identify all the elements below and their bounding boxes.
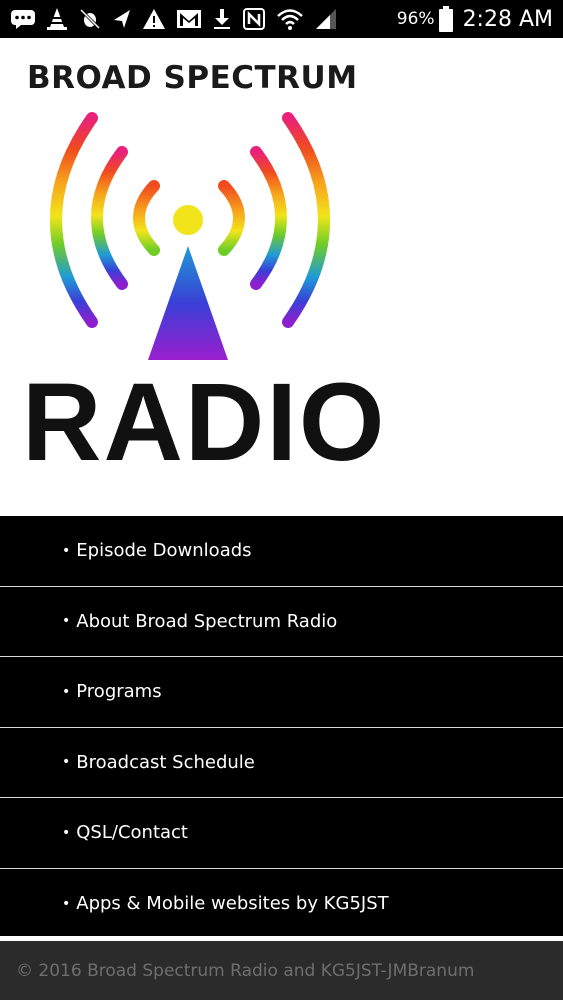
nav-item-label: Broadcast Schedule xyxy=(76,751,255,773)
nav-item-label: Programs xyxy=(76,681,162,703)
nav-item-label: Apps & Mobile websites by KG5JST xyxy=(76,893,389,915)
no-bug-icon xyxy=(78,0,102,38)
nav-item-broadcast-schedule[interactable]: • Broadcast Schedule xyxy=(0,727,563,798)
messages-icon xyxy=(10,0,36,38)
nfc-icon xyxy=(242,0,266,38)
battery-percent: 96% xyxy=(396,9,435,29)
battery-icon xyxy=(438,0,453,38)
footer: © 2016 Broad Spectrum Radio and KG5JST-J… xyxy=(0,941,563,1000)
cell-signal-icon xyxy=(314,0,338,38)
main-nav-menu: • Episode Downloads • About Broad Spectr… xyxy=(0,516,563,939)
nav-item-label: QSL/Contact xyxy=(76,822,188,844)
nav-item-programs[interactable]: • Programs xyxy=(0,657,563,728)
status-bar: 96% 2:28 AM xyxy=(0,0,563,38)
nav-item-label: Episode Downloads xyxy=(76,540,252,562)
bullet: • xyxy=(62,613,71,630)
bullet: • xyxy=(62,683,71,700)
logo-title-bottom: RADIO xyxy=(22,361,387,484)
nav-item-apps-mobile[interactable]: • Apps & Mobile websites by KG5JST xyxy=(0,868,563,939)
wifi-icon xyxy=(276,0,304,38)
copyright-text: © 2016 Broad Spectrum Radio and KG5JST-J… xyxy=(16,960,475,981)
nav-item-about[interactable]: • About Broad Spectrum Radio xyxy=(0,586,563,657)
nav-item-qsl-contact[interactable]: • QSL/Contact xyxy=(0,798,563,869)
bullet: • xyxy=(62,754,71,771)
gmail-icon xyxy=(176,0,202,38)
vlc-cone-icon xyxy=(46,0,68,38)
site-logo[interactable]: BROAD SPECTRUM RADIO xyxy=(0,38,563,516)
bullet: • xyxy=(62,824,71,841)
bullet: • xyxy=(62,542,71,559)
bullet: • xyxy=(62,895,71,912)
navigation-arrow-icon xyxy=(112,0,132,38)
nav-item-episode-downloads[interactable]: • Episode Downloads xyxy=(0,516,563,587)
nav-item-label: About Broad Spectrum Radio xyxy=(76,610,338,632)
download-icon xyxy=(212,0,232,38)
clock: 2:28 AM xyxy=(462,6,553,32)
warning-icon xyxy=(142,0,166,38)
